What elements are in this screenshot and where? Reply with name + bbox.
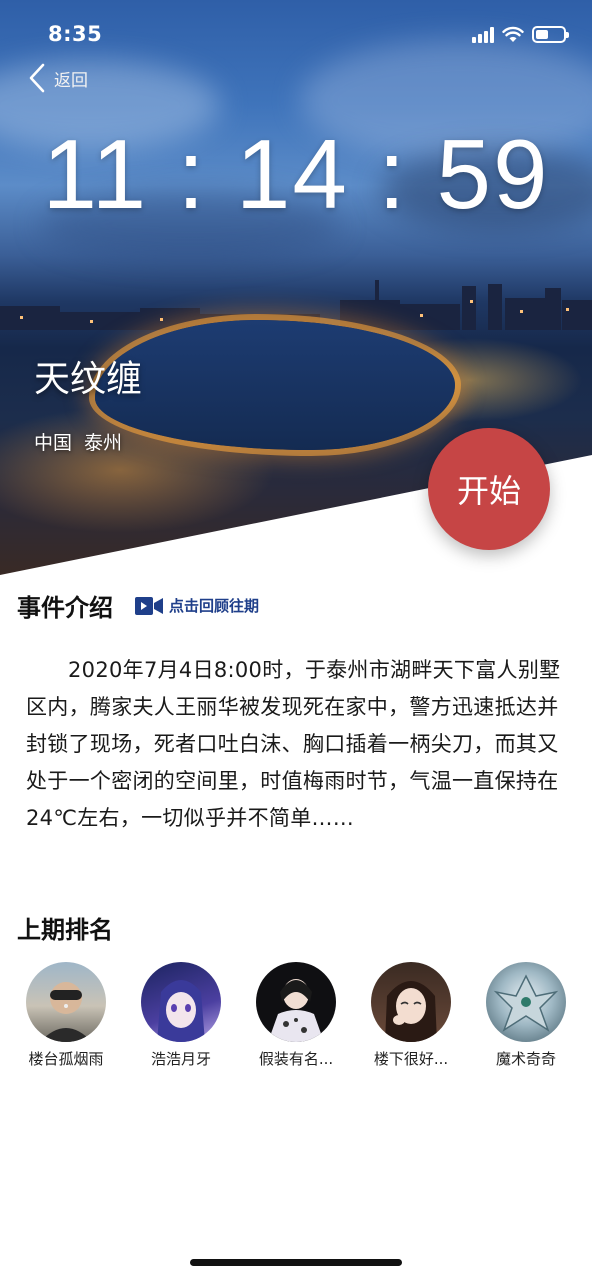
start-button[interactable]: 开始: [428, 428, 550, 550]
home-indicator[interactable]: [190, 1259, 402, 1266]
replay-label: 点击回顾往期: [169, 597, 260, 615]
ranking-section-header: 上期排名: [17, 910, 113, 945]
wifi-icon: [502, 26, 524, 42]
back-button[interactable]: 返回: [28, 62, 88, 94]
event-heading: 事件介绍: [17, 594, 113, 622]
avatar: [486, 962, 566, 1042]
player-name: 浩浩月牙: [150, 1050, 211, 1068]
ranking-player[interactable]: 假装有名...: [241, 962, 351, 1069]
player-name: 楼台孤烟雨: [28, 1050, 104, 1068]
player-name: 魔术奇奇: [495, 1050, 556, 1068]
event-description: 2020年7月4日8:00时，于泰州市湖畔天下富人别墅区内，腾家夫人王丽华被发现…: [26, 658, 561, 830]
ranking-heading: 上期排名: [17, 916, 113, 944]
chevron-left-icon: [29, 63, 45, 93]
ranking-list: 楼台孤烟雨 浩浩月牙 假装有名... 楼下很好... 魔术奇奇: [0, 962, 592, 1072]
lake: [95, 320, 455, 450]
avatar: [371, 962, 451, 1042]
location-city: 泰州: [84, 432, 123, 454]
event-section-header: 事件介绍 点击回顾往期: [17, 588, 259, 623]
countdown-timer: 11 : 14 : 59: [42, 119, 550, 229]
back-label: 返回: [54, 70, 88, 91]
ranking-player[interactable]: 浩浩月牙: [126, 962, 236, 1069]
case-title: 天纹缠: [34, 359, 143, 400]
avatar: [141, 962, 221, 1042]
cellular-signal-icon: [472, 26, 494, 43]
ranking-player[interactable]: 楼下很好...: [356, 962, 466, 1069]
ranking-player[interactable]: 魔术奇奇: [471, 962, 581, 1069]
battery-icon: [532, 26, 569, 43]
video-camera-icon: [135, 596, 163, 615]
ranking-player[interactable]: 楼台孤烟雨: [11, 962, 121, 1069]
status-icons: [472, 26, 569, 43]
player-name: 假装有名...: [258, 1050, 334, 1068]
status-time: 8:35: [48, 22, 103, 46]
case-location: 中国 泰州: [34, 428, 122, 455]
avatar: [256, 962, 336, 1042]
location-country: 中国: [34, 432, 73, 454]
avatar: [26, 962, 106, 1042]
replay-link[interactable]: 点击回顾往期: [135, 595, 259, 616]
player-name: 楼下很好...: [373, 1050, 449, 1068]
